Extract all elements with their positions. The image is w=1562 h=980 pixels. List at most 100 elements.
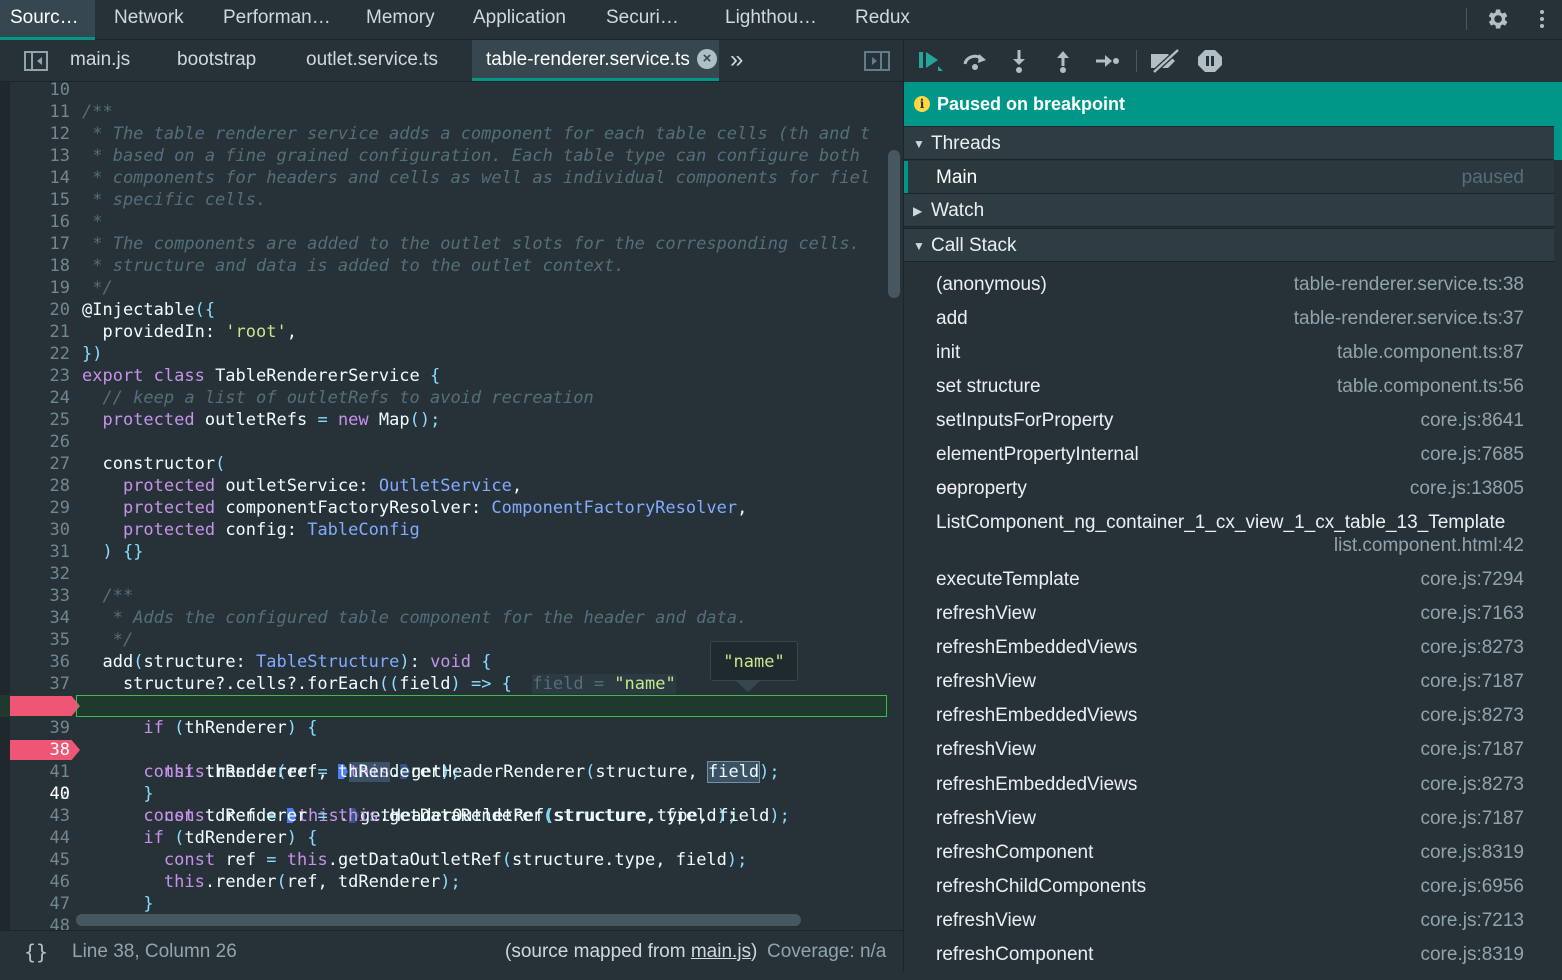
call-frame[interactable]: refreshView core.js:7187: [904, 733, 1554, 767]
editor-tab-outlet-service[interactable]: outlet.service.ts: [306, 40, 438, 80]
line-number[interactable]: 44: [10, 827, 70, 849]
sidebar-scrollbar[interactable]: [1554, 82, 1562, 160]
call-frame[interactable]: refreshView core.js:7187: [904, 802, 1554, 836]
call-frame-location[interactable]: core.js:8273: [1420, 774, 1524, 796]
line-number[interactable]: 11: [10, 101, 70, 123]
section-watch[interactable]: ▶ Watch: [904, 193, 1554, 227]
line-number[interactable]: 17: [10, 233, 70, 255]
line-number[interactable]: 12: [10, 123, 70, 145]
section-threads[interactable]: ▼ Threads: [904, 126, 1554, 160]
line-number[interactable]: 43: [10, 805, 70, 827]
resume-icon[interactable]: [916, 48, 944, 74]
call-frame[interactable]: ListComponent_ng_container_1_cx_view_1_c…: [904, 506, 1554, 558]
line-number[interactable]: 16: [10, 211, 70, 233]
close-tab-button[interactable]: ×: [697, 49, 717, 69]
call-frame-location[interactable]: core.js:8273: [1420, 637, 1524, 659]
call-frame-location[interactable]: core.js:7294: [1420, 569, 1524, 591]
tab-security[interactable]: Securi…: [606, 0, 679, 37]
pause-on-exceptions-icon[interactable]: [1196, 48, 1224, 74]
call-frame-location[interactable]: core.js:6956: [1420, 876, 1524, 898]
source-map-link[interactable]: main.js: [691, 941, 751, 962]
call-frame[interactable]: refreshView core.js:7213: [904, 904, 1554, 938]
section-call-stack[interactable]: ▼ Call Stack: [904, 228, 1554, 262]
line-number[interactable]: 33: [10, 585, 70, 607]
line-number[interactable]: 48: [10, 915, 70, 930]
tab-lighthouse[interactable]: Lighthou…: [725, 0, 817, 37]
line-number[interactable]: 18: [10, 255, 70, 277]
line-number[interactable]: 37: [10, 673, 70, 695]
call-frame-location[interactable]: core.js:7685: [1420, 444, 1524, 466]
editor-tab-bootstrap[interactable]: bootstrap: [177, 40, 256, 80]
call-frame[interactable]: executeTemplate core.js:7294: [904, 563, 1554, 597]
line-number[interactable]: 25: [10, 409, 70, 431]
line-number[interactable]: 13: [10, 145, 70, 167]
line-number[interactable]: 20: [10, 299, 70, 321]
horizontal-scrollbar[interactable]: [76, 914, 801, 926]
line-number[interactable]: 45: [10, 849, 70, 871]
more-options-icon[interactable]: [1530, 7, 1554, 31]
call-frame-location[interactable]: core.js:7213: [1420, 910, 1524, 932]
call-frame[interactable]: refreshComponent core.js:8319: [904, 938, 1554, 972]
breakpoint-marker[interactable]: [10, 696, 80, 716]
line-number[interactable]: 34: [10, 607, 70, 629]
pretty-print-button[interactable]: {}: [24, 931, 48, 973]
line-number[interactable]: 41: [10, 761, 70, 783]
line-number[interactable]: 40: [10, 783, 70, 805]
line-number[interactable]: 26: [10, 431, 70, 453]
editor-tab-table-renderer-service[interactable]: table-renderer.service.ts: [472, 40, 719, 80]
line-number[interactable]: 46: [10, 871, 70, 893]
line-number[interactable]: 28: [10, 475, 70, 497]
call-frame-location[interactable]: core.js:8319: [1420, 944, 1524, 966]
call-frame[interactable]: refreshEmbeddedViews core.js:8273: [904, 631, 1554, 665]
call-frame-location[interactable]: table-renderer.service.ts:38: [1294, 274, 1524, 296]
line-number[interactable]: 14: [10, 167, 70, 189]
more-tabs-button[interactable]: »: [730, 46, 743, 74]
line-number[interactable]: 10: [10, 82, 70, 101]
tab-redux[interactable]: Redux: [855, 0, 910, 37]
line-number[interactable]: 36: [10, 651, 70, 673]
tab-sources[interactable]: Sourc…: [0, 0, 95, 37]
call-frame[interactable]: refreshComponent core.js:8319: [904, 836, 1554, 870]
tab-network[interactable]: Network: [114, 0, 184, 37]
line-number[interactable]: 47: [10, 893, 70, 915]
step-over-icon[interactable]: [961, 48, 989, 74]
call-frame[interactable]: setInputsForProperty core.js:8641: [904, 404, 1554, 438]
vertical-scrollbar[interactable]: [888, 150, 900, 298]
tab-memory[interactable]: Memory: [366, 0, 435, 37]
call-frame[interactable]: refreshView core.js:7187: [904, 665, 1554, 699]
step-out-icon[interactable]: [1049, 48, 1077, 74]
thread-row-main[interactable]: Main paused: [904, 161, 1554, 195]
deactivate-breakpoints-icon[interactable]: [1148, 48, 1182, 74]
call-frame-location[interactable]: core.js:8273: [1420, 705, 1524, 727]
step-icon[interactable]: [1093, 48, 1121, 74]
call-frame-location[interactable]: core.js:13805: [1410, 478, 1524, 500]
call-frame[interactable]: elementPropertyInternal core.js:7685: [904, 438, 1554, 472]
line-number[interactable]: 22: [10, 343, 70, 365]
call-frame-location[interactable]: table.component.ts:56: [1337, 376, 1524, 398]
editor-tab-main-js[interactable]: main.js: [70, 40, 130, 80]
call-frame-location[interactable]: core.js:7187: [1420, 739, 1524, 761]
line-number[interactable]: 24: [10, 387, 70, 409]
line-number[interactable]: 32: [10, 563, 70, 585]
tab-application[interactable]: Application: [473, 0, 566, 37]
call-frame[interactable]: ɵɵproperty core.js:13805: [904, 472, 1554, 506]
line-number[interactable]: 27: [10, 453, 70, 475]
call-frame[interactable]: refreshChildComponents core.js:6956: [904, 870, 1554, 904]
tab-performance[interactable]: Performan…: [223, 0, 331, 37]
call-frame-location[interactable]: table-renderer.service.ts:37: [1294, 308, 1524, 330]
gear-icon[interactable]: [1484, 6, 1510, 32]
line-number[interactable]: 21: [10, 321, 70, 343]
line-number[interactable]: 30: [10, 519, 70, 541]
line-number[interactable]: 29: [10, 497, 70, 519]
call-frame[interactable]: add table-renderer.service.ts:37: [904, 302, 1554, 336]
line-number[interactable]: 39: [10, 717, 70, 739]
call-frame-location[interactable]: list.component.html:42: [1334, 535, 1524, 557]
call-frame-location[interactable]: core.js:7163: [1420, 603, 1524, 625]
call-frame-location[interactable]: table.component.ts:87: [1337, 342, 1524, 364]
line-number[interactable]: 35: [10, 629, 70, 651]
line-number[interactable]: 15: [10, 189, 70, 211]
call-frame[interactable]: init table.component.ts:87: [904, 336, 1554, 370]
call-frame[interactable]: refreshView core.js:7163: [904, 597, 1554, 631]
line-number[interactable]: 19: [10, 277, 70, 299]
call-frame-location[interactable]: core.js:8641: [1420, 410, 1524, 432]
